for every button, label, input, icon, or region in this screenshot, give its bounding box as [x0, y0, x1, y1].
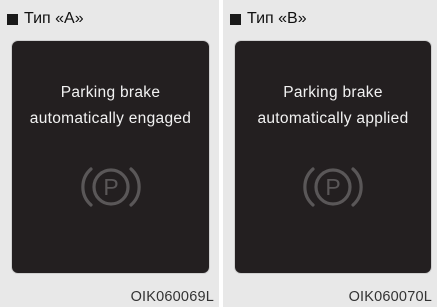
message-line-2: automatically engaged	[29, 110, 192, 127]
display-message-a: Parking brake automatically engaged	[12, 80, 209, 132]
type-a-header: Тип «A»	[7, 9, 84, 29]
cluster-display-a: Parking brake automatically engaged P	[12, 41, 209, 273]
square-bullet-icon	[230, 13, 241, 25]
panel-type-a: Тип «A» Parking brake automatically enga…	[0, 0, 219, 307]
figure-code-b: OIK060070L	[348, 289, 432, 305]
display-message-b: Parking brake automatically applied	[235, 80, 431, 132]
type-a-label: Тип «A»	[24, 10, 84, 27]
cluster-display-b: Parking brake automatically applied P	[235, 41, 431, 273]
message-line-1: Parking brake	[283, 84, 383, 101]
parking-brake-letter: P	[325, 174, 340, 200]
type-b-header: Тип «B»	[230, 9, 307, 29]
figure-code-a: OIK060069L	[130, 289, 214, 305]
parking-brake-icon: P	[303, 167, 363, 207]
message-line-1: Parking brake	[60, 84, 161, 101]
type-b-label: Тип «B»	[247, 10, 307, 27]
parking-brake-icon: P	[80, 167, 141, 207]
parking-brake-letter: P	[103, 174, 118, 200]
message-line-2: automatically applied	[257, 110, 409, 127]
square-bullet-icon	[7, 13, 18, 25]
panel-type-b: Тип «B» Parking brake automatically appl…	[223, 0, 437, 307]
